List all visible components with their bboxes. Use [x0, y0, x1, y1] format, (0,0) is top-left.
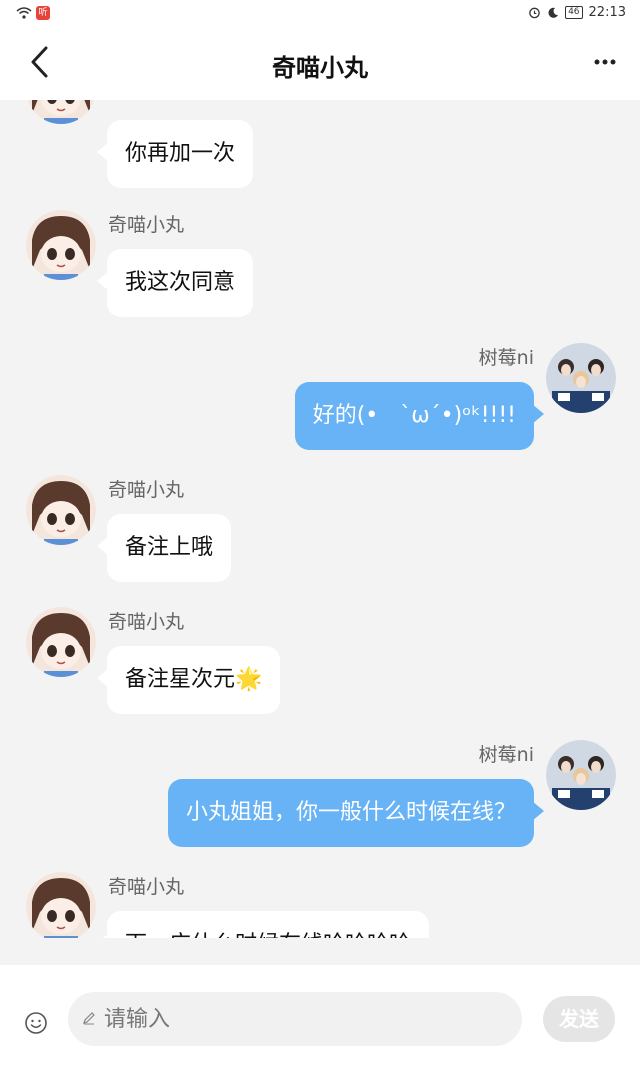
message-input-container[interactable] [68, 992, 522, 1046]
message-input-bar: 发送 [0, 965, 640, 1067]
sender-name: 奇喵小丸 [108, 479, 185, 501]
anime-girl-avatar-icon [26, 475, 96, 545]
message-bubble[interactable]: 好的(• `ω´•)ᵒᵏ!!!! [294, 382, 545, 450]
message-input[interactable] [104, 992, 504, 1046]
sender-name: 奇喵小丸 [108, 214, 185, 236]
smiley-icon [25, 1012, 47, 1034]
sender-name: 树莓ni [478, 347, 534, 369]
emoji-button[interactable] [24, 1011, 48, 1035]
avatar-qimiao[interactable] [26, 210, 96, 280]
sender-name: 奇喵小丸 [108, 876, 185, 898]
send-button[interactable]: 发送 [543, 996, 615, 1042]
app-notification-icon: 听 [36, 6, 50, 20]
more-dots-icon [594, 59, 616, 65]
group-photo-avatar-icon [546, 343, 616, 413]
status-left: 听 [16, 6, 50, 20]
avatar-qimiao[interactable] [26, 475, 96, 545]
status-right: 46 22:13 [528, 5, 626, 20]
message-bubble[interactable]: 你再加一次 [96, 120, 254, 188]
message-bubble[interactable]: 小丸姐姐，你一般什么时候在线？ [167, 779, 545, 847]
sender-name: 树莓ni [478, 744, 534, 766]
chat-message-list[interactable]: 你再加一次 奇喵小丸 我这次同意 树莓ni 好的(• `ω´•)ᵒᵏ!!!! 奇… [0, 100, 640, 938]
chat-header: 奇喵小丸 [0, 28, 640, 100]
alarm-icon [529, 7, 540, 19]
pencil-icon [83, 1012, 95, 1025]
message-bubble[interactable]: 备注上哦 [96, 514, 232, 582]
group-photo-avatar-icon [546, 740, 616, 810]
input-separator [0, 938, 640, 965]
sender-name: 奇喵小丸 [108, 611, 185, 633]
message-bubble[interactable]: 备注星次元🌟 [96, 646, 281, 714]
anime-girl-avatar-icon [26, 872, 96, 938]
avatar-shumei[interactable] [546, 343, 616, 413]
more-options-button[interactable] [594, 52, 616, 72]
status-bar: 听 46 22:13 [0, 0, 640, 28]
avatar-shumei[interactable] [546, 740, 616, 810]
avatar-qimiao[interactable] [26, 607, 96, 677]
avatar-qimiao[interactable] [26, 872, 96, 938]
wifi-icon [16, 7, 32, 19]
battery-indicator: 46 [565, 6, 583, 19]
moon-icon [548, 7, 559, 18]
avatar-qimiao[interactable] [26, 100, 96, 124]
anime-girl-avatar-icon [26, 210, 96, 280]
message-bubble[interactable]: 下一广什么时候在线哈哈哈哈 [96, 911, 430, 938]
anime-girl-avatar-icon [26, 607, 96, 677]
message-bubble[interactable]: 我这次同意 [96, 249, 254, 317]
anime-girl-avatar-icon [27, 100, 95, 124]
status-time: 22:13 [588, 5, 626, 20]
page-title: 奇喵小丸 [272, 54, 368, 82]
